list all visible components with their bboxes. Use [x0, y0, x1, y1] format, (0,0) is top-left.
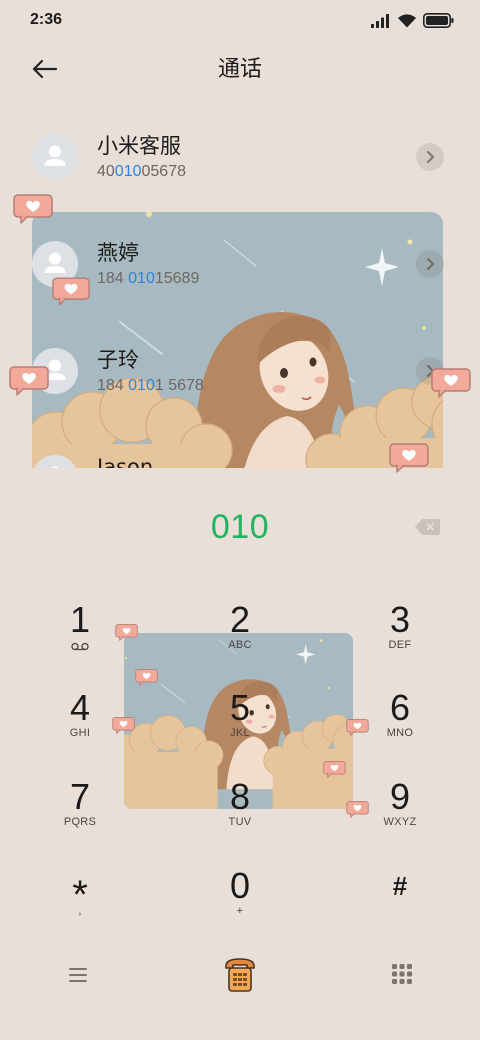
key-0[interactable]: 0 +	[185, 864, 295, 926]
number-part: 40	[97, 163, 115, 180]
contact-row[interactable]: 子玲 184 0101 5678	[0, 318, 480, 424]
status-time: 2:36	[30, 11, 63, 28]
key-digit: 7	[69, 776, 91, 817]
number-match-highlight: 010	[128, 377, 155, 394]
chevron-right-icon	[427, 258, 434, 270]
contact-name: 燕婷	[97, 241, 139, 265]
heart-bubble-icon	[389, 443, 429, 473]
chevron-right-icon	[427, 151, 434, 163]
contact-number: 184 0101 5678	[97, 376, 204, 396]
key-8[interactable]: 8 TUV	[185, 775, 295, 837]
heart-bubble-icon	[112, 717, 135, 734]
key-5[interactable]: 5 JKL	[185, 686, 295, 748]
contact-row[interactable]: 小米客服 4001005678	[0, 104, 480, 210]
menu-button[interactable]	[64, 962, 92, 988]
call-button[interactable]	[220, 955, 260, 995]
page-title: 通话	[217, 57, 262, 82]
number-part: 1 5678	[154, 377, 204, 394]
key-letters: TUV	[228, 816, 252, 828]
key-digit: 3	[389, 599, 411, 640]
heart-bubble-icon	[135, 669, 158, 686]
contact-number: 4001005678	[97, 162, 186, 182]
avatar	[32, 134, 78, 180]
keypad-toggle-button[interactable]	[388, 960, 416, 988]
number-match-highlight: 010	[114, 163, 142, 180]
menu-icon	[69, 968, 87, 982]
contact-name: 小米客服	[97, 134, 181, 158]
heart-bubble-icon	[323, 761, 346, 778]
key-letters: +	[236, 905, 244, 917]
key-digit: 2	[229, 599, 251, 640]
key-letters: ABC	[228, 639, 252, 651]
dialed-number-display[interactable]: 010	[0, 505, 480, 549]
key-2[interactable]: 2 ABC	[185, 598, 295, 660]
backspace-button[interactable]	[412, 516, 442, 538]
heart-bubble-icon	[346, 801, 369, 818]
avatar	[32, 455, 78, 468]
number-part: 15689	[154, 270, 200, 287]
heart-bubble-icon	[431, 368, 471, 398]
key-letters: DEF	[388, 639, 412, 651]
contact-name: 子玲	[97, 348, 139, 372]
phone-call-icon	[225, 958, 255, 992]
heart-bubble-icon	[9, 366, 49, 396]
person-icon	[32, 134, 78, 180]
number-part: 184	[97, 377, 129, 394]
person-icon	[34, 455, 76, 468]
number-match-highlight: 010	[128, 270, 155, 287]
key-digit: 0	[229, 865, 251, 906]
key-letters: PQRS	[63, 816, 97, 828]
contact-name: Jason	[97, 455, 154, 468]
dialer-screen: 2:36 通话 小米客服 4001005678 燕婷 184 01015689 …	[0, 0, 480, 1040]
contact-number: 184 01015689	[97, 269, 199, 289]
keypad-icon	[392, 964, 412, 984]
key-digit: 5	[229, 687, 251, 728]
battery-icon	[423, 13, 454, 28]
number-part: 184	[97, 270, 129, 287]
key-6[interactable]: 6 MNO	[345, 686, 455, 748]
key-digit: 8	[229, 776, 251, 817]
wifi-icon	[397, 13, 417, 28]
key-letters: ,	[78, 905, 82, 917]
key-star[interactable]: * ,	[25, 864, 135, 926]
key-7[interactable]: 7 PQRS	[25, 775, 135, 837]
contact-detail-button[interactable]	[416, 250, 444, 278]
backspace-icon	[415, 519, 440, 535]
contact-detail-button[interactable]	[416, 143, 444, 171]
number-part: 05678	[141, 163, 187, 180]
heart-bubble-icon	[13, 194, 53, 224]
heart-bubble-icon	[346, 719, 369, 736]
signal-icon	[371, 13, 391, 28]
key-3[interactable]: 3 DEF	[345, 598, 455, 660]
heart-bubble-icon	[52, 277, 90, 306]
heart-bubble-icon	[115, 624, 138, 641]
key-hash[interactable]: #	[345, 864, 455, 926]
key-digit: #	[392, 871, 408, 901]
key-letters: JKL	[230, 727, 250, 739]
voicemail-icon	[71, 642, 89, 650]
